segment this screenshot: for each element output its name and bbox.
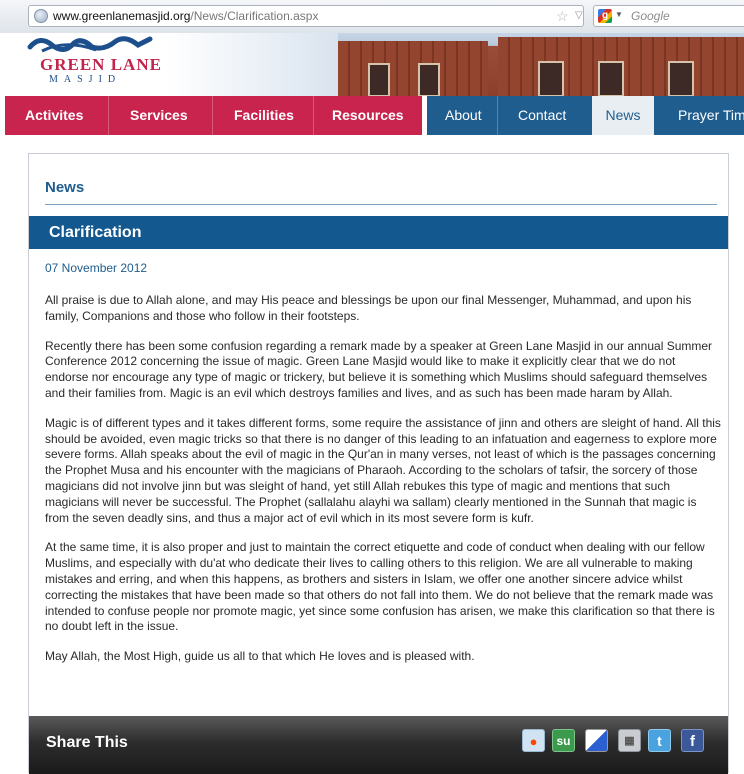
bookmark-star-icon[interactable]: ☆ (556, 8, 569, 25)
article-title-bar: Clarification (29, 216, 728, 249)
heading-divider (45, 204, 717, 205)
globe-icon (34, 9, 48, 23)
address-bar[interactable]: www.greenlanemasjid.org/News/Clarificati… (28, 5, 606, 27)
browser-toolbar: www.greenlanemasjid.org/News/Clarificati… (0, 0, 744, 34)
content-panel: News Clarification 07 November 2012 All … (28, 153, 729, 774)
url-path: /News/Clarification.aspx (190, 9, 319, 23)
url-text[interactable]: www.greenlanemasjid.org/News/Clarificati… (53, 9, 318, 23)
logo-name[interactable]: GREEN LANE (40, 55, 162, 75)
nav-about[interactable]: About (445, 96, 482, 135)
search-bar[interactable]: g ▼ Google (593, 5, 744, 27)
article-date: 07 November 2012 (45, 261, 148, 275)
nav-news[interactable]: News (592, 96, 654, 135)
primary-nav: Activites Services Facilities Resources (5, 96, 422, 135)
search-placeholder: Google (631, 9, 670, 23)
article-paragraph: Magic is of different types and it takes… (45, 415, 721, 525)
reddit-icon[interactable]: ● (522, 729, 545, 752)
section-heading: News (45, 179, 85, 196)
article-paragraph: May Allah, the Most High, guide us all t… (45, 649, 475, 664)
nav-services[interactable]: Services (130, 96, 188, 135)
nav-contact[interactable]: Contact (518, 96, 566, 135)
google-icon[interactable]: g (598, 9, 612, 23)
article-paragraph: Recently there has been some confusion r… (45, 338, 713, 400)
delicious-icon[interactable] (585, 729, 608, 752)
nav-divider (313, 96, 314, 135)
logo-subtitle: MASJID (49, 74, 122, 85)
site-header: GREEN LANE MASJID (0, 33, 744, 96)
secondary-nav: About Contact News Prayer Tim (427, 96, 744, 135)
arabic-calligraphy-logo (27, 36, 153, 53)
header-swoosh (165, 33, 340, 96)
nav-resources[interactable]: Resources (332, 96, 404, 135)
article-body: All praise is due to Allah alone, and ma… (45, 293, 721, 679)
nav-facilities[interactable]: Facilities (234, 96, 294, 135)
share-bar: Share This ● su ▦ t f (29, 716, 728, 774)
twitter-icon[interactable]: t (648, 729, 671, 752)
article-paragraph: At the same time, it is also proper and … (45, 540, 715, 634)
history-dropdown-icon[interactable]: ▽ (575, 10, 583, 21)
share-label: Share This (46, 734, 128, 751)
digg-icon[interactable]: ▦ (618, 729, 641, 752)
nav-divider (212, 96, 213, 135)
nav-activites[interactable]: Activites (25, 96, 83, 135)
article-paragraph: All praise is due to Allah alone, and ma… (45, 293, 692, 323)
nav-divider (108, 96, 109, 135)
banner-photo (338, 33, 744, 96)
facebook-icon[interactable]: f (681, 729, 704, 752)
nav-divider (497, 96, 498, 135)
stumbleupon-icon[interactable]: su (552, 729, 575, 752)
article-title: Clarification (49, 224, 142, 241)
search-engine-dropdown-icon[interactable]: ▼ (615, 10, 623, 19)
nav-prayer-times[interactable]: Prayer Tim (678, 96, 744, 135)
url-host: www.greenlanemasjid.org (53, 9, 191, 23)
